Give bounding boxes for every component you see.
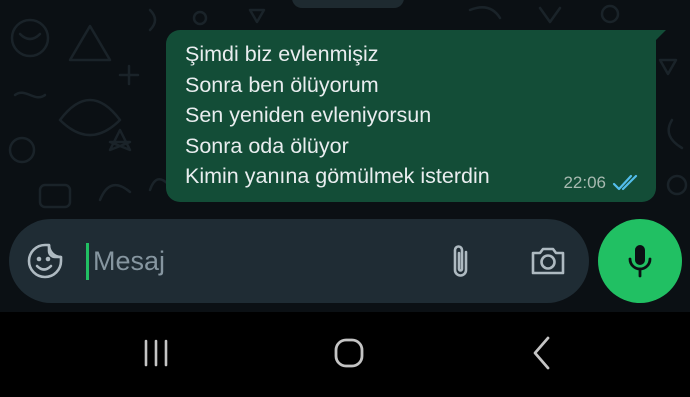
recents-icon xyxy=(144,339,168,367)
outgoing-message-bubble[interactable]: Şimdi biz evlenmişiz Sonra ben ölüyorum … xyxy=(166,30,656,202)
double-check-icon xyxy=(612,174,638,191)
message-line: Sen yeniden evleniyorsun xyxy=(185,103,432,127)
microphone-icon xyxy=(628,245,652,278)
system-navigation-bar xyxy=(0,312,690,397)
message-text: Şimdi biz evlenmişiz Sonra ben ölüyorum … xyxy=(185,39,490,192)
chat-screen: Şimdi biz evlenmişiz Sonra ben ölüyorum … xyxy=(0,0,690,397)
text-cursor xyxy=(86,243,89,280)
message-composer xyxy=(9,219,589,303)
camera-icon xyxy=(531,247,565,275)
paperclip-icon xyxy=(453,245,468,277)
home-icon xyxy=(334,338,364,368)
back-icon xyxy=(533,336,550,370)
message-time: 22:06 xyxy=(563,173,606,192)
attach-button[interactable] xyxy=(439,241,483,281)
emoji-button[interactable] xyxy=(23,241,67,281)
message-meta: 22:06 xyxy=(563,173,642,193)
bubble-tail xyxy=(654,30,666,42)
message-line: Sonra ben ölüyorum xyxy=(185,72,379,97)
back-button[interactable] xyxy=(516,330,568,376)
voice-record-button[interactable] xyxy=(598,219,682,303)
sticker-icon xyxy=(27,243,63,279)
recents-button[interactable] xyxy=(130,330,182,376)
message-input[interactable] xyxy=(93,241,423,281)
home-button[interactable] xyxy=(322,330,376,376)
camera-button[interactable] xyxy=(524,241,572,281)
previous-message-edge xyxy=(292,0,404,8)
message-line: Kimin yanına gömülmek isterdin xyxy=(185,164,490,188)
message-line: Sonra oda ölüyor xyxy=(185,133,349,158)
message-line: Şimdi biz evlenmişiz xyxy=(185,42,379,66)
